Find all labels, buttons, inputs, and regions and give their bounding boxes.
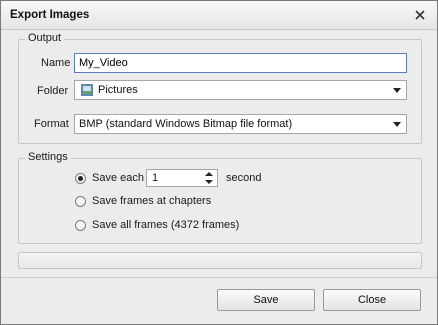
footer-divider — [1, 277, 437, 278]
name-input[interactable] — [74, 53, 407, 73]
spin-buttons[interactable] — [203, 171, 215, 185]
save-each-option[interactable]: Save each — [75, 169, 144, 187]
dialog-title: Export Images — [10, 9, 90, 21]
save-all-frames-label: Save all frames (4372 frames) — [92, 219, 240, 231]
settings-group-label: Settings — [25, 151, 71, 163]
chevron-down-icon — [393, 88, 401, 93]
radio-save-each[interactable] — [75, 172, 86, 184]
close-window-button[interactable] — [411, 6, 429, 24]
radio-save-chapters[interactable] — [75, 195, 86, 207]
spin-down-icon[interactable] — [205, 180, 213, 184]
export-images-dialog: Export Images Output Name Folder Picture… — [0, 0, 438, 325]
format-value: BMP (standard Windows Bitmap file format… — [79, 118, 293, 130]
save-button[interactable]: Save — [217, 289, 315, 311]
interval-stepper[interactable]: 1 — [146, 169, 218, 187]
title-bar: Export Images — [1, 1, 437, 30]
name-label: Name — [41, 57, 71, 69]
output-group-label: Output — [25, 32, 65, 44]
folder-value: Pictures — [98, 84, 138, 96]
interval-value: 1 — [152, 172, 159, 184]
chevron-down-icon — [393, 122, 401, 127]
spin-up-icon[interactable] — [205, 172, 213, 176]
close-icon — [415, 10, 425, 20]
radio-save-all-frames[interactable] — [75, 219, 86, 231]
close-button[interactable]: Close — [323, 289, 421, 311]
format-label: Format — [34, 118, 69, 130]
save-chapters-label: Save frames at chapters — [92, 195, 212, 207]
save-chapters-option[interactable]: Save frames at chapters — [75, 192, 211, 210]
interval-unit-label: second — [226, 172, 262, 184]
save-each-label: Save each — [92, 172, 144, 184]
folder-icon — [81, 84, 93, 96]
format-select[interactable]: BMP (standard Windows Bitmap file format… — [74, 114, 407, 134]
save-all-frames-option[interactable]: Save all frames (4372 frames) — [75, 216, 239, 234]
folder-label: Folder — [37, 85, 69, 97]
progress-bar — [18, 252, 422, 269]
folder-select[interactable]: Pictures — [74, 80, 407, 100]
